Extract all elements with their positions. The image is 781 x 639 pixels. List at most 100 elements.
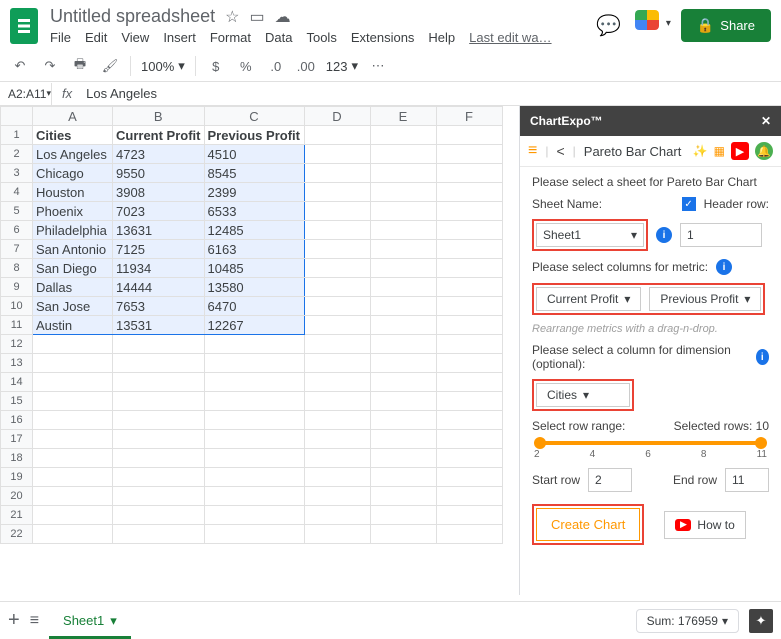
currency-icon[interactable]: $ [206,59,226,74]
cell[interactable]: 7125 [113,240,205,259]
cell[interactable] [436,259,502,278]
slider-handle-start[interactable] [534,437,546,449]
youtube-icon[interactable]: ▶ [731,142,749,160]
cell[interactable] [370,506,436,525]
col-header[interactable]: E [370,107,436,126]
cell[interactable]: 13631 [113,221,205,240]
cell[interactable] [304,506,370,525]
sheet-tab[interactable]: Sheet1 ▾ [49,607,131,635]
cell[interactable]: 13531 [113,316,205,335]
menu-file[interactable]: File [50,30,71,45]
cell[interactable]: San Diego [33,259,113,278]
menu-view[interactable]: View [121,30,149,45]
cell[interactable] [370,164,436,183]
cell[interactable] [304,487,370,506]
cell[interactable] [204,392,304,411]
menu-icon[interactable]: ≡ [528,142,537,160]
cell[interactable] [204,335,304,354]
cell[interactable] [370,430,436,449]
row-header[interactable]: 13 [1,354,33,373]
cell[interactable]: Phoenix [33,202,113,221]
close-icon[interactable]: ✕ [761,114,771,128]
name-box[interactable]: A2:A11 ▾ [0,83,52,105]
cell[interactable] [204,354,304,373]
menu-format[interactable]: Format [210,30,251,45]
cell[interactable]: 7023 [113,202,205,221]
cell[interactable] [33,468,113,487]
cell[interactable]: Current Profit [113,126,205,145]
menu-insert[interactable]: Insert [163,30,196,45]
cell[interactable] [304,373,370,392]
cell[interactable]: 14444 [113,278,205,297]
spreadsheet-grid[interactable]: A B C D E F 1 Cities Current Profit Prev… [0,106,519,595]
row-header[interactable]: 12 [1,335,33,354]
cell[interactable]: Austin [33,316,113,335]
cell[interactable]: 11934 [113,259,205,278]
cell[interactable] [304,183,370,202]
cell[interactable] [370,240,436,259]
cell[interactable] [436,487,502,506]
cell[interactable] [370,373,436,392]
cell[interactable] [204,487,304,506]
cell[interactable] [113,354,205,373]
cell[interactable] [33,335,113,354]
row-header[interactable]: 18 [1,449,33,468]
more-icon[interactable]: ⋯ [368,58,388,74]
cell[interactable] [370,278,436,297]
cell[interactable] [304,449,370,468]
cell[interactable] [113,487,205,506]
cell[interactable] [204,430,304,449]
cloud-status-icon[interactable]: ☁ [275,7,291,27]
cell[interactable] [370,316,436,335]
cell[interactable] [370,411,436,430]
cell[interactable]: 7653 [113,297,205,316]
cell[interactable] [436,392,502,411]
dimension-select[interactable]: Cities ▾ [536,383,630,407]
cell[interactable]: 2399 [204,183,304,202]
col-header[interactable]: C [204,107,304,126]
bell-icon[interactable]: 🔔 [755,142,773,160]
row-header[interactable]: 6 [1,221,33,240]
cell[interactable]: 8545 [204,164,304,183]
row-header[interactable]: 21 [1,506,33,525]
sheets-logo[interactable] [10,8,38,44]
sheet-select[interactable]: Sheet1 ▾ [536,223,644,247]
cell[interactable] [436,183,502,202]
row-header[interactable]: 3 [1,164,33,183]
cell[interactable] [33,430,113,449]
cell[interactable]: 9550 [113,164,205,183]
cell[interactable] [113,506,205,525]
undo-icon[interactable]: ↶ [10,58,30,74]
percent-icon[interactable]: % [236,59,256,74]
cell[interactable]: 12485 [204,221,304,240]
cell[interactable] [113,430,205,449]
cell[interactable] [370,392,436,411]
cell[interactable] [370,335,436,354]
cell[interactable] [304,145,370,164]
cell[interactable]: 6470 [204,297,304,316]
cell[interactable] [370,525,436,544]
cell[interactable]: San Jose [33,297,113,316]
cell[interactable] [304,392,370,411]
row-header[interactable]: 7 [1,240,33,259]
info-icon[interactable]: i [656,227,672,243]
wand-icon[interactable]: ✨ [693,144,708,158]
meet-button[interactable]: ▾ [635,10,667,42]
slider-handle-end[interactable] [755,437,767,449]
cell[interactable]: 4510 [204,145,304,164]
cell[interactable] [33,411,113,430]
cell[interactable]: 6533 [204,202,304,221]
cell[interactable] [33,449,113,468]
explore-button[interactable]: ✦ [749,609,773,633]
header-row-checkbox[interactable]: ✓ [682,197,696,211]
cell[interactable] [304,221,370,240]
row-header[interactable]: 16 [1,411,33,430]
cell[interactable] [33,525,113,544]
row-header[interactable]: 9 [1,278,33,297]
cell[interactable] [113,411,205,430]
col-header[interactable]: F [436,107,502,126]
cell[interactable]: 4723 [113,145,205,164]
cell[interactable] [370,487,436,506]
back-icon[interactable]: < [556,143,564,159]
start-row-input[interactable]: 2 [588,468,632,492]
